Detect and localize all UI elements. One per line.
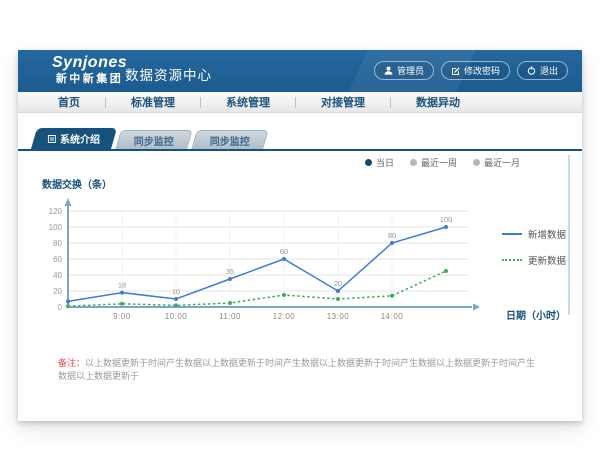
nav-item-interface-mgmt[interactable]: 对接管理 [311,94,375,110]
svg-text:60: 60 [53,255,62,264]
nav-divider [295,97,296,108]
svg-text:100: 100 [440,215,453,224]
nav-item-standard-mgmt[interactable]: 标准管理 [121,94,185,110]
tab-label: 同步监控 [210,133,250,148]
filter-today[interactable]: 当日 [365,156,394,169]
page-title: 数据资源中心 [125,64,212,84]
nav-item-system-mgmt[interactable]: 系统管理 [216,94,280,110]
legend-swatch-update [502,259,522,261]
edit-icon [451,66,460,75]
footnote-text: 以上数据更新于时间产生数据以上数据更新于时间产生数据以上数据更新于时间产生数据以… [58,358,535,381]
main-nav: 首页 标准管理 系统管理 对接管理 数据异动 [18,92,582,113]
filter-label: 当日 [376,156,394,169]
nav-item-home[interactable]: 首页 [48,94,90,110]
svg-text:60: 60 [280,247,288,256]
svg-text:120: 120 [49,207,63,216]
radio-unselected-icon [410,159,417,166]
line-chart: 0 20 40 60 80 100 120 9:00 10:00 11:00 12:00 13:00 1… [28,189,488,339]
footnote-label: 备注： [58,358,85,368]
nav-divider [390,97,391,108]
filter-label: 最近一月 [484,156,520,169]
brand-logo-text: Synjones [52,55,127,71]
footnote: 备注：以上数据更新于时间产生数据以上数据更新于时间产生数据以上数据更新于时间产生… [58,357,542,383]
legend-label: 新增数据 [528,227,566,241]
series-legend: 新增数据 更新数据 [502,227,566,267]
svg-text:13:00: 13:00 [327,312,350,321]
nav-item-data-change[interactable]: 数据异动 [406,94,470,110]
svg-text:80: 80 [388,231,396,240]
admin-user-label: 管理员 [397,64,424,77]
period-filter-group: 当日 最近一周 最近一月 [365,156,520,169]
x-axis-title: 日期（小时） [506,307,566,322]
svg-text:18: 18 [118,281,126,290]
svg-text:9:00: 9:00 [113,312,131,321]
change-password-button[interactable]: 修改密码 [441,61,510,80]
svg-text:80: 80 [53,239,62,248]
svg-text:11:00: 11:00 [219,312,241,321]
radio-selected-icon [365,159,372,166]
tab-system-intro[interactable]: 系统介绍 [31,128,117,149]
logout-button[interactable]: 退出 [517,61,568,80]
user-icon [384,66,393,75]
nav-divider [200,97,201,108]
document-icon [48,135,56,143]
svg-text:100: 100 [49,223,63,232]
brand-logo: Synjones 新中新集团 [52,55,127,87]
tab-label: 系统介绍 [60,131,100,146]
chart-panel: 当日 最近一周 最近一月 数据交换（条） 0204060801001209:00… [18,151,582,347]
app-window: Synjones 新中新集团 数据资源中心 管理员 修改密码 [18,50,582,421]
brand-logo-subtext: 新中新集团 [52,71,127,87]
tab-bar: 系统介绍 同步监控 同步监控 [34,128,582,149]
panel-edge-line [568,155,570,315]
svg-text:10:00: 10:00 [165,312,188,321]
legend-item-update-data: 更新数据 [502,253,566,267]
svg-text:20: 20 [53,287,62,296]
header-controls: 管理员 修改密码 退出 [374,61,568,80]
svg-text:35: 35 [226,267,234,276]
legend-swatch-new [502,233,522,235]
tab-sync-monitor-2[interactable]: 同步监控 [191,130,268,149]
filter-last-month[interactable]: 最近一月 [473,156,520,169]
svg-text:14:00: 14:00 [381,312,404,321]
svg-text:12:00: 12:00 [273,312,296,321]
svg-text:0: 0 [58,303,63,312]
logout-label: 退出 [540,64,558,77]
power-icon [527,66,536,75]
change-password-label: 修改密码 [464,64,500,77]
svg-text:20: 20 [334,279,342,288]
filter-last-week[interactable]: 最近一周 [410,156,457,169]
header: Synjones 新中新集团 数据资源中心 管理员 修改密码 [18,50,582,92]
svg-text:40: 40 [53,271,62,280]
legend-label: 更新数据 [528,253,566,267]
tab-sync-monitor-1[interactable]: 同步监控 [115,130,192,149]
tab-label: 同步监控 [134,133,174,148]
radio-unselected-icon [473,159,480,166]
filter-label: 最近一周 [421,156,457,169]
admin-user-button[interactable]: 管理员 [374,61,434,80]
svg-text:10: 10 [172,287,180,296]
legend-item-new-data: 新增数据 [502,227,566,241]
nav-divider [105,97,106,108]
